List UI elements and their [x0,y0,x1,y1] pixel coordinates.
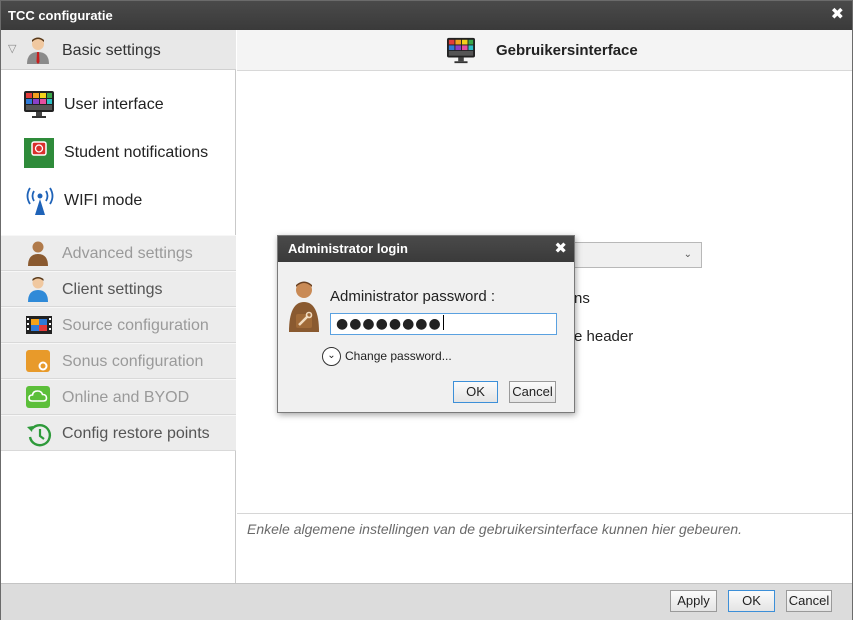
restore-clock-icon [25,420,51,447]
ok-button[interactable]: OK [728,590,775,612]
dialog-cancel-button[interactable]: Cancel [509,381,556,403]
sidebar-item-label: User interface [64,96,164,113]
wifi-antenna-icon [23,185,55,217]
text-caret [442,315,444,330]
sidebar-item-source-configuration[interactable]: Source configuration [1,307,236,343]
sidebar-item-label: WIFI mode [64,192,143,209]
password-field[interactable]: ●●●●●●●● [330,313,557,335]
window-titlebar[interactable]: TCC configuratie ✖ [1,1,852,30]
person-icon [25,36,51,69]
notification-icon [23,137,55,169]
password-mask: ●●●●●●●● [336,316,442,332]
setting-label-partial: ns [574,290,590,307]
sidebar-item-sonus-configuration[interactable]: Sonus configuration [1,343,236,379]
chevron-down-circle-icon[interactable]: ⌄ [322,347,341,366]
dialog-title: Administrator login [288,241,408,256]
sidebar-item-user-interface[interactable]: User interface [1,82,236,128]
sidebar-item-label: Student notifications [64,144,209,161]
sidebar-group-basic-settings[interactable]: ▽ Basic settings [1,30,236,70]
monitor-color-icon [23,89,55,121]
sidebar-item-advanced-settings[interactable]: Advanced settings [1,235,236,271]
sidebar: ▽ Basic settings User interface Student … [1,30,236,583]
sidebar-item-label: Config restore points [62,425,210,442]
footer-bar: Apply OK Cancel [1,583,852,620]
chevron-down-icon[interactable]: ⌄ [684,249,692,260]
dialog-titlebar[interactable]: Administrator login ✖ [278,236,574,262]
sidebar-group-label: Basic settings [62,42,161,59]
sidebar-item-label: Source configuration [62,317,209,334]
sidebar-item-label: Client settings [62,281,163,298]
config-window: TCC configuratie ✖ ▽ Basic settings User… [0,0,853,620]
person-blue-icon [25,276,51,302]
person-brown-icon [25,240,51,266]
sidebar-item-config-restore-points[interactable]: Config restore points [1,415,236,451]
password-label: Administrator password : [330,288,496,305]
sonus-icon [25,348,51,374]
dialog-close-icon[interactable]: ✖ [554,239,567,257]
sidebar-item-label: Sonus configuration [62,353,204,370]
setting-label-partial: e header [574,328,634,345]
main-title: Gebruikersinterface [496,42,638,59]
sidebar-item-online-and-byod[interactable]: Online and BYOD [1,379,236,415]
change-password-label: Change password... [345,349,452,363]
dialog-ok-button[interactable]: OK [453,381,498,403]
film-icon [25,312,52,338]
apply-button[interactable]: Apply [670,590,717,612]
cloud-icon [25,384,51,410]
ui-setting-dropdown[interactable]: ⌄ [572,242,702,268]
sidebar-item-client-settings[interactable]: Client settings [1,271,236,307]
window-close-icon[interactable]: ✖ [831,6,844,24]
monitor-color-icon [446,37,476,70]
window-title: TCC configuratie [8,8,113,23]
cancel-button[interactable]: Cancel [786,590,832,612]
description-bar: Enkele algemene instellingen van de gebr… [237,513,852,583]
expander-triangle-icon[interactable]: ▽ [8,42,16,55]
admin-person-icon [287,280,321,337]
sidebar-item-wifi-mode[interactable]: WIFI mode [1,178,236,224]
sidebar-item-student-notifications[interactable]: Student notifications [1,130,236,176]
admin-login-dialog: Administrator login ✖ Administrator pass… [277,235,575,413]
sidebar-item-label: Online and BYOD [62,389,190,406]
description-text: Enkele algemene instellingen van de gebr… [247,521,742,537]
sidebar-item-label: Advanced settings [62,245,193,262]
main-header: Gebruikersinterface [237,30,852,71]
